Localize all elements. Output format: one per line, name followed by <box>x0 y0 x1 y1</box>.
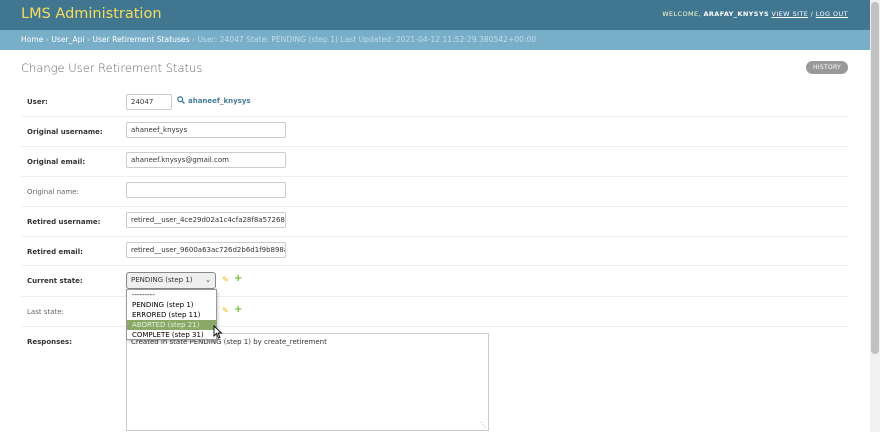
history-button[interactable]: HISTORY <box>806 61 848 74</box>
mouse-pointer-icon <box>213 325 223 339</box>
plus-icon[interactable]: + <box>234 304 242 315</box>
current-state-label: Current state: <box>27 277 83 285</box>
page-title: Change User Retirement Status <box>21 61 203 75</box>
pencil-icon[interactable]: ✎ <box>222 306 229 315</box>
chevron-down-icon: ⌄ <box>205 276 211 284</box>
welcome-text: WELCOME, <box>662 10 701 18</box>
dropdown-option[interactable]: --------- <box>127 290 216 300</box>
responses-label: Responses: <box>27 338 72 346</box>
breadcrumb-model[interactable]: User Retirement Statuses <box>92 35 189 44</box>
dropdown-option[interactable]: COMPLETE (step 31) <box>127 330 216 340</box>
breadcrumb-current: User: 24047 State: PENDING (step 1) Last… <box>197 35 537 44</box>
username: ARAFAY_KNYSYS <box>703 10 770 18</box>
dropdown-option[interactable]: PENDING (step 1) <box>127 300 216 310</box>
scrollbar[interactable] <box>870 0 880 432</box>
breadcrumb-home[interactable]: Home <box>21 35 43 44</box>
dropdown-option-highlighted[interactable]: ABORTED (step 21) <box>127 320 216 330</box>
search-icon[interactable] <box>177 96 185 104</box>
dropdown-option[interactable]: ERRORED (step 11) <box>127 310 216 320</box>
form-row-original-name: Original name: <box>21 177 848 207</box>
original-username-label: Original username: <box>27 128 103 136</box>
current-state-select[interactable]: PENDING (step 1) ⌄ <box>126 272 216 289</box>
pencil-icon[interactable]: ✎ <box>222 275 229 284</box>
retired-email-label: Retired email: <box>27 248 83 256</box>
form-row-retired-email: Retired email: retired__user_9600a63ac72… <box>21 237 848 266</box>
responses-textarea[interactable]: Created in state PENDING (step 1) by cre… <box>126 333 489 431</box>
view-site-link[interactable]: VIEW SITE <box>772 10 809 18</box>
tools-separator: / <box>810 10 814 18</box>
breadcrumb-app[interactable]: User_Api <box>51 35 84 44</box>
original-email-label: Original email: <box>27 158 86 166</box>
form-row-original-email: Original email: ahaneef.knysys@gmail.com <box>21 147 848 177</box>
original-email-field[interactable]: ahaneef.knysys@gmail.com <box>126 152 286 168</box>
current-state-value: PENDING (step 1) <box>131 276 193 284</box>
last-state-label: Last state: <box>27 308 64 316</box>
original-name-field[interactable] <box>126 182 286 198</box>
user-label: User: <box>27 98 48 106</box>
breadcrumb: Home › User_Api › User Retirement Status… <box>0 30 870 50</box>
retired-username-label: Retired username: <box>27 218 101 226</box>
site-header: LMS Administration WELCOME, ARAFAY_KNYSY… <box>0 0 870 30</box>
form-row-original-username: Original username: ahaneef_knysys <box>21 117 848 147</box>
retired-username-field[interactable]: retired__user_4ce29d02a1c4cfa28f8a572684 <box>126 212 286 228</box>
original-username-field[interactable]: ahaneef_knysys <box>126 122 286 138</box>
state-dropdown-list[interactable]: --------- PENDING (step 1) ERRORED (step… <box>126 289 217 340</box>
form-row-retired-username: Retired username: retired__user_4ce29d02… <box>21 207 848 237</box>
resize-handle-icon[interactable]: ⋱ <box>480 421 487 429</box>
retired-email-field[interactable]: retired__user_9600a63ac726d2b6d1f9b898a <box>126 242 286 258</box>
scrollbar-thumb[interactable] <box>871 2 879 354</box>
plus-icon[interactable]: + <box>234 273 242 284</box>
user-tools: WELCOME, ARAFAY_KNYSYS VIEW SITE / LOG O… <box>662 10 848 18</box>
user-lookup-link[interactable]: ahaneef_knysys <box>188 97 251 105</box>
log-out-link[interactable]: LOG OUT <box>816 10 848 18</box>
user-id-input[interactable]: 24047 <box>126 94 172 110</box>
form-row-user: User: 24047 ahaneef_knysys <box>21 86 848 117</box>
site-brand[interactable]: LMS Administration <box>21 6 162 22</box>
original-name-label: Original name: <box>27 188 79 196</box>
